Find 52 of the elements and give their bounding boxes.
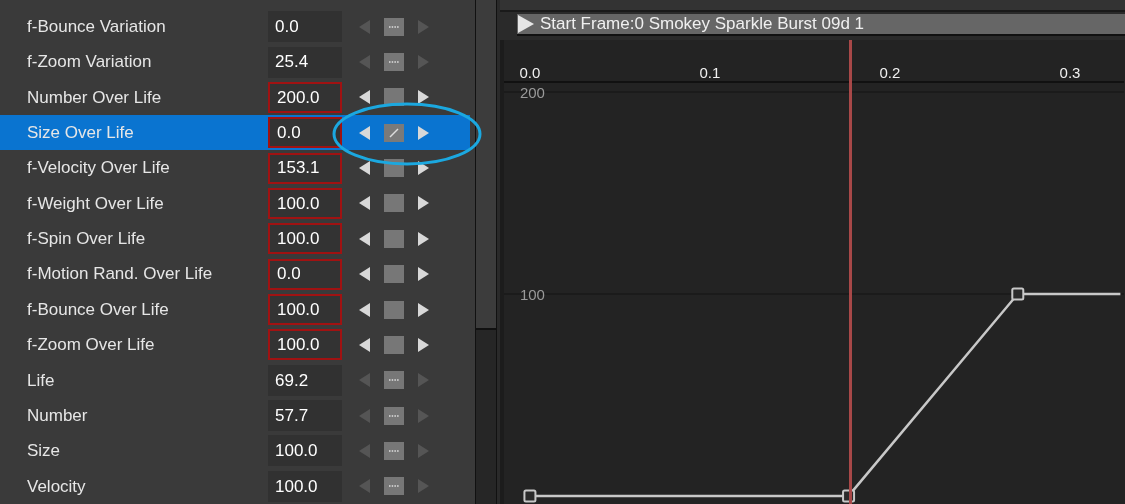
- key-square-icon[interactable]: [384, 335, 404, 354]
- key-slash-icon[interactable]: [384, 123, 404, 142]
- play-icon[interactable]: [517, 14, 535, 34]
- property-label: f-Spin Over Life: [26, 228, 147, 251]
- value-field[interactable]: 100.0: [268, 223, 342, 255]
- dotted-square-icon[interactable]: [384, 53, 404, 72]
- scrollbar-thumb[interactable]: [476, 0, 496, 330]
- y-tick-label: 200: [519, 83, 545, 101]
- property-label: f-Bounce Over Life: [26, 298, 170, 321]
- property-label: f-Velocity Over Life: [26, 157, 171, 180]
- dotted-square-icon[interactable]: [384, 371, 404, 390]
- property-label: Velocity: [26, 475, 87, 498]
- y-tick-label: 100: [519, 285, 545, 303]
- value-field[interactable]: 0.0: [268, 11, 342, 43]
- property-label: f-Zoom Variation: [26, 51, 153, 74]
- value-field[interactable]: 0.0: [268, 117, 342, 149]
- property-label: f-Bounce Variation: [26, 15, 167, 38]
- property-label: Size Over Life: [26, 122, 135, 144]
- value-field[interactable]: 57.7: [268, 400, 342, 432]
- timeline-title: Start Frame:0 Smokey Sparkle Burst 09d 1: [540, 13, 865, 36]
- property-label: f-Zoom Over Life: [26, 334, 156, 357]
- key-square-icon[interactable]: [384, 300, 404, 319]
- x-tick-label: 0.2: [879, 64, 901, 81]
- value-field[interactable]: 69.2: [268, 364, 342, 396]
- selected-row[interactable]: Size Over Life 0.0: [0, 115, 470, 151]
- value-field[interactable]: 100.0: [268, 329, 342, 361]
- property-label: Life: [26, 369, 56, 392]
- value-field[interactable]: 153.1: [268, 152, 342, 184]
- value-field[interactable]: 200.0: [268, 81, 342, 113]
- property-label: f-Weight Over Life: [26, 192, 165, 215]
- dotted-square-icon[interactable]: [384, 477, 404, 496]
- key-square-icon[interactable]: [384, 194, 404, 213]
- value-field[interactable]: 0.0: [268, 258, 342, 290]
- dotted-square-icon[interactable]: [384, 406, 404, 425]
- property-label: f-Motion Rand. Over Life: [26, 263, 214, 286]
- dotted-square-icon[interactable]: [384, 17, 404, 36]
- dotted-square-icon[interactable]: [384, 442, 404, 460]
- value-field[interactable]: 100.0: [268, 187, 342, 219]
- property-label: Size: [26, 440, 62, 463]
- keyframe-handle[interactable]: [1011, 287, 1025, 301]
- x-tick-label: 0.0: [519, 64, 541, 81]
- x-tick-label: 0.3: [1059, 64, 1081, 81]
- key-square-icon[interactable]: [384, 265, 404, 284]
- value-field[interactable]: 25.4: [268, 46, 342, 78]
- x-tick-label: 0.1: [699, 64, 721, 81]
- keyframe-handle[interactable]: [523, 489, 537, 503]
- property-label: Number Over Life: [26, 86, 163, 109]
- key-square-icon[interactable]: [384, 229, 404, 248]
- value-field[interactable]: 100.0: [268, 435, 342, 467]
- value-field[interactable]: 100.0: [268, 294, 342, 326]
- property-label: Number: [26, 404, 89, 427]
- value-field[interactable]: 100.0: [268, 470, 342, 502]
